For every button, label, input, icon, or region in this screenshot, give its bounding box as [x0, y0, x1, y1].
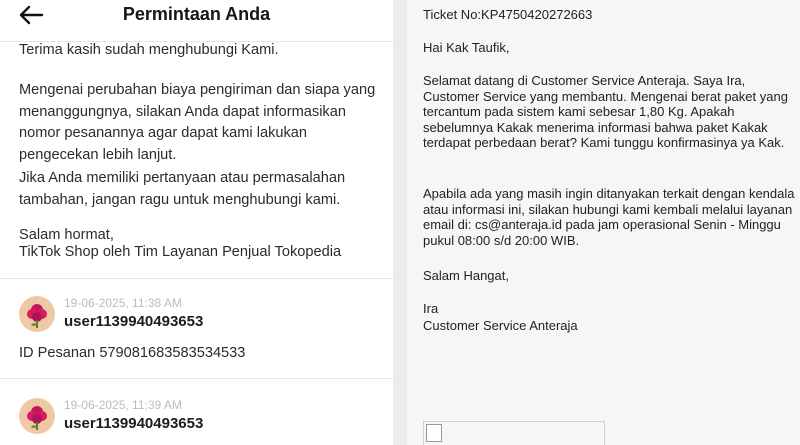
broken-image-icon — [426, 424, 442, 442]
message-username: user1139940493653 — [64, 313, 204, 330]
message-timestamp: 19-06-2025, 11:39 AM — [64, 398, 182, 412]
email-closing: Salam Hangat, — [423, 268, 509, 283]
email-panel: Ticket No:KP4750420272663 Hai Kak Taufik… — [407, 0, 800, 445]
email-body-contact: Apabila ada yang masih ingin ditanyakan … — [423, 186, 795, 248]
message-timestamp: 19-06-2025, 11:38 AM — [64, 296, 182, 310]
agent-title: Customer Service Anteraja — [423, 318, 578, 333]
paragraph-questions: Jika Anda memiliki pertanyaan atau perma… — [19, 170, 346, 208]
message-divider — [0, 378, 393, 379]
paragraph-shipping-cost: Mengenai perubahan biaya pengiriman dan … — [19, 82, 376, 163]
page-title: Permintaan Anda — [122, 4, 271, 24]
agent-name: Ira — [423, 301, 439, 316]
broken-image — [423, 421, 605, 445]
intro-text: Terima kasih sudah menghubungi Kami. — [19, 42, 279, 58]
message-username: user1139940493653 — [64, 415, 204, 432]
email-greeting: Hai Kak Taufik, — [423, 40, 510, 55]
message-divider — [0, 278, 393, 279]
avatar[interactable] — [19, 296, 55, 332]
ticket-number: Ticket No:KP4750420272663 — [423, 7, 593, 22]
flower-avatar-icon — [27, 304, 47, 328]
flower-avatar-icon — [27, 406, 47, 430]
customer-chat-panel: Permintaan Anda Terima kasih sudah mengh… — [0, 0, 393, 445]
avatar[interactable] — [19, 398, 55, 434]
order-id-message: ID Pesanan 579081683583534533 — [19, 345, 246, 361]
email-body-weight: Selamat datang di Customer Service Anter… — [423, 73, 788, 150]
signature-text: TikTok Shop oleh Tim Layanan Penjual Tok… — [19, 244, 342, 260]
top-bar: Permintaan Anda — [0, 0, 393, 32]
panel-gap — [393, 0, 407, 445]
